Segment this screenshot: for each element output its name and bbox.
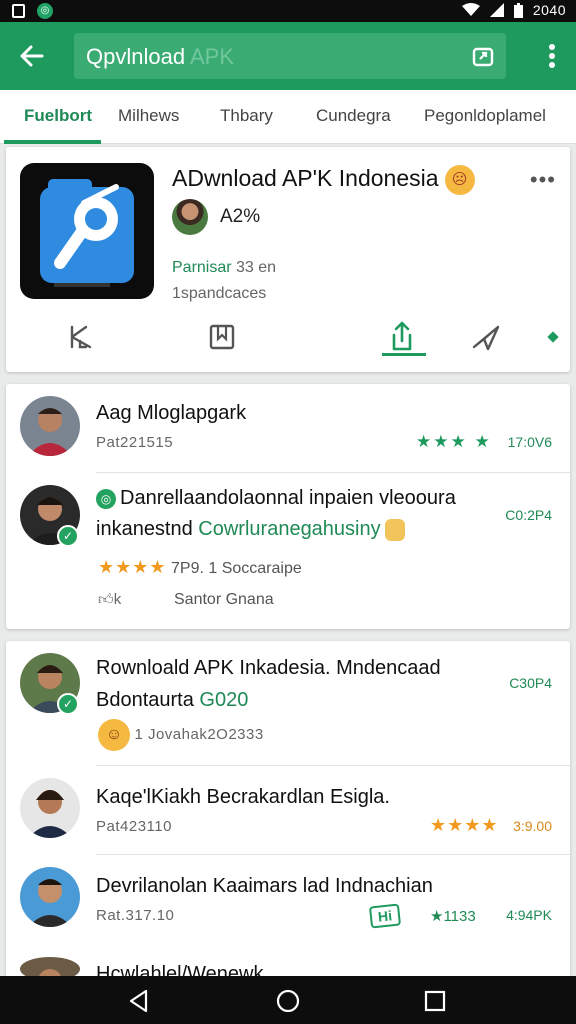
- thumbs-up-icon[interactable]: 👍︎: [98, 591, 114, 608]
- search-hint: APK: [185, 44, 234, 69]
- verified-badge-icon: ✓: [57, 693, 79, 715]
- emoji-hand-icon: [384, 518, 405, 541]
- item-title-text: Danrellaandolaonnal inpaien vleooura: [120, 487, 456, 509]
- list-item[interactable]: ✓ Rownloald APK Inkadesia. Mndencaad Bdo…: [6, 641, 570, 765]
- star-rating: ★★★★: [430, 815, 499, 835]
- list-item[interactable]: Aag Mloglapgark Pat221515 ★★★ ★ 17:0V6: [6, 384, 570, 472]
- indicator-dot: [547, 331, 559, 343]
- list-item[interactable]: Devrilanolan Kaaimars lad Indnachian Rat…: [6, 855, 570, 951]
- app-badge-icon: ◎: [96, 488, 116, 509]
- item-title-part: Bdontaurta: [96, 689, 200, 711]
- item-title: Kaqe'lKiakh Becrakardlan Esigla.: [96, 786, 390, 808]
- item-title: Aag Mloglapgark: [96, 402, 247, 424]
- item-title-line2: inkanestnd Cowrluranegahusiny: [96, 518, 405, 541]
- item-time: 4:94PK: [506, 907, 552, 923]
- like-row[interactable]: 👍︎k: [98, 591, 121, 609]
- avatar: [20, 867, 80, 927]
- status-time: 2040: [532, 2, 566, 18]
- feed-card: ✓ Rownloald APK Inkadesia. Mndencaad Bdo…: [6, 641, 570, 981]
- like-count: k: [113, 591, 122, 608]
- more-options-icon[interactable]: •••: [530, 167, 556, 193]
- list-item[interactable]: Kaqe'lKiakh Becrakardlan Esigla. Pat4231…: [6, 766, 570, 854]
- app-meta-rest: 33 en: [231, 259, 277, 276]
- app-action-row: [6, 315, 570, 361]
- item-title-highlight: G020: [199, 689, 249, 711]
- tab-fuelbort[interactable]: Fuelbort: [24, 106, 92, 126]
- system-nav-bar: [0, 976, 576, 1024]
- notification-icon: [12, 4, 25, 18]
- rating-row: ★★★★ 7P9. 1 Soccaraipe: [98, 557, 302, 578]
- app-icon[interactable]: [20, 163, 154, 299]
- item-count: ★1133: [430, 908, 476, 925]
- star-rating: ★★★ ★: [416, 432, 492, 451]
- item-title-line2: Bdontaurta G020: [96, 689, 248, 712]
- author-name: Santor Gnana: [174, 591, 274, 608]
- item-time: 17:0V6: [507, 434, 552, 450]
- app-meta-line2: 1spandcaces: [172, 285, 267, 302]
- item-time: C0:2P4: [505, 507, 552, 523]
- tab-milhews[interactable]: Milhews: [118, 106, 179, 126]
- app-meta-line1: Parnisar 33 en: [172, 259, 276, 277]
- download-apk-logo: [40, 179, 134, 287]
- status-bar: ◎ 2040: [0, 0, 576, 22]
- app-meta-green: Parnisar: [172, 259, 232, 276]
- overflow-menu-icon[interactable]: [540, 40, 564, 72]
- item-sub-row: ☺ 1 Jovahak2O2333: [98, 719, 264, 751]
- star-rating: ★★★★: [98, 557, 167, 577]
- emoji-face-icon: ☺: [98, 719, 130, 751]
- avatar: [20, 778, 80, 838]
- item-title-highlight: Cowrluranegahusiny: [198, 518, 381, 540]
- active-action-indicator: [382, 353, 426, 356]
- app-notification-icon: ◎: [37, 3, 53, 19]
- rating-text: 7P9. 1 Soccaraipe: [171, 560, 302, 577]
- app-title-text: ADwnload AP'K Indonesia: [172, 165, 439, 192]
- developer-row[interactable]: A2%: [172, 199, 260, 235]
- emoji-face-icon: ☹: [444, 165, 475, 195]
- item-subtitle: 1 Jovahak2O2333: [134, 726, 264, 744]
- nav-recents-icon[interactable]: [422, 988, 448, 1014]
- tab-cundegra[interactable]: Cundegra: [316, 106, 391, 126]
- wifi-icon: [461, 3, 480, 16]
- app-card: ADwnload AP'K Indonesia ☹ ••• A2% Parnisa…: [6, 147, 570, 372]
- app-bar: Qpvlnload APK: [0, 22, 576, 90]
- tab-bar: Fuelbort Milhews Thbary Cundegra Pegonld…: [0, 90, 576, 144]
- tab-thbary[interactable]: Thbary: [220, 106, 273, 126]
- developer-avatar: [172, 199, 208, 235]
- active-tab-indicator: [4, 140, 101, 144]
- item-time: 3:9.00: [513, 818, 552, 834]
- item-title: Devrilanolan Kaaimars lad Indnachian: [96, 875, 433, 897]
- item-title-line1: Rownloald APK Inkadesia. Mndencaad: [96, 657, 441, 679]
- avatar: [20, 396, 80, 456]
- bookmark-icon[interactable]: [204, 319, 240, 355]
- item-title-part: inkanestnd: [96, 518, 199, 540]
- nav-home-icon[interactable]: [275, 988, 301, 1014]
- feed-card: Aag Mloglapgark Pat221515 ★★★ ★ 17:0V6 ✓…: [6, 384, 570, 629]
- signal-icon: [489, 3, 504, 17]
- developer-name: A2%: [220, 206, 261, 227]
- tab-pegonldoplamel[interactable]: Pegonldoplamel: [424, 106, 546, 126]
- list-item[interactable]: ✓ ◎ Danrellaandolaonnal inpaien vleooura …: [6, 473, 570, 629]
- app-title: ADwnload AP'K Indonesia ☹: [172, 165, 475, 195]
- item-title-line1: ◎ Danrellaandolaonnal inpaien vleooura: [96, 487, 456, 510]
- item-subtitle: Pat221515: [96, 434, 174, 451]
- verified-badge-icon: ✓: [57, 525, 79, 547]
- send-icon[interactable]: [468, 319, 504, 355]
- search-input[interactable]: Qpvlnload APK: [74, 33, 506, 79]
- item-subtitle: Pat423110: [96, 818, 172, 835]
- nav-back-icon[interactable]: [126, 988, 152, 1014]
- share-icon[interactable]: [384, 319, 420, 355]
- back-icon[interactable]: [64, 319, 100, 355]
- item-subtitle: Rat.317.10: [96, 907, 175, 924]
- back-arrow-icon[interactable]: [14, 38, 50, 74]
- share-box-icon[interactable]: [470, 43, 496, 69]
- battery-icon: [513, 2, 523, 18]
- search-query: Qpvlnload: [86, 44, 186, 69]
- hi-badge: Hi: [368, 903, 402, 929]
- item-time: C30P4: [509, 675, 552, 691]
